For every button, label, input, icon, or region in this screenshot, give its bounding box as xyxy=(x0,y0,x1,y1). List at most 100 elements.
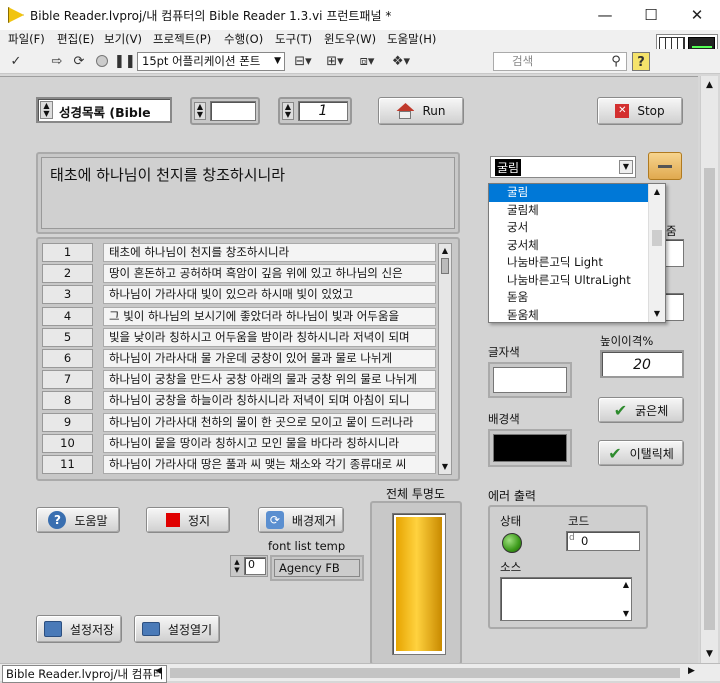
hscroll-thumb[interactable] xyxy=(170,668,680,678)
table-row[interactable]: 7 하나님이 궁창을 만드사 궁창 아래의 물과 궁창 위의 물로 나뉘게 xyxy=(42,370,436,390)
bold-button[interactable]: ✔ 굵은체 xyxy=(598,397,684,423)
menu-file[interactable]: 파일(F) xyxy=(8,31,45,47)
checkmark-icon[interactable]: ✓ xyxy=(8,52,24,71)
distribute-objects-icon[interactable]: ⊞▾ xyxy=(322,52,348,71)
verse-field[interactable]: 1 xyxy=(298,101,348,121)
font-selector[interactable]: 15pt 어플리케이션 폰트 ▼ xyxy=(137,52,285,71)
table-row[interactable]: 10 하나님이 뭍을 땅이라 칭하시고 모인 물을 바다라 칭하시니라 xyxy=(42,433,436,453)
table-row[interactable]: 8 하나님이 궁창을 하늘이라 칭하시니라 저녁이 되며 아침이 되니 xyxy=(42,391,436,411)
table-row[interactable]: 11 하나님이 가라사대 땅은 풀과 씨 맺는 채소와 각기 종류대로 씨 xyxy=(42,455,436,474)
chapter-field[interactable] xyxy=(210,101,256,121)
verse-stepper-icon[interactable]: ▲ ▼ xyxy=(282,102,294,120)
hscroll-left-icon[interactable]: ◀ xyxy=(155,666,162,676)
scroll-thumb[interactable] xyxy=(441,258,449,274)
run-button[interactable]: Run xyxy=(378,97,464,125)
font-scroll-down-icon[interactable]: ▼ xyxy=(649,306,665,322)
save-settings-button[interactable]: 설정저장 xyxy=(36,615,122,643)
row-text[interactable]: 하나님이 궁창을 만드사 궁창 아래의 물과 궁창 위의 물로 나뉘게 xyxy=(102,370,436,390)
halt-button[interactable]: 정지 xyxy=(146,507,230,533)
opacity-meter-track[interactable] xyxy=(392,513,446,655)
hscroll-right-icon[interactable]: ▶ xyxy=(688,666,695,676)
scroll-up-icon[interactable]: ▲ xyxy=(439,244,451,258)
row-text[interactable]: 하나님이 가라사대 빛이 있으라 하시매 빛이 있었고 xyxy=(102,285,436,305)
align-objects-icon[interactable]: ⊟▾ xyxy=(290,52,316,71)
stop-button[interactable]: ✕ Stop xyxy=(597,97,683,125)
row-text[interactable]: 태초에 하나님이 천지를 창조하시니라 xyxy=(102,243,436,262)
book-selector[interactable]: ▲ ▼ 성경목록 (Bible xyxy=(36,97,172,123)
vscroll-thumb[interactable] xyxy=(704,168,715,630)
bg-color-swatch[interactable] xyxy=(493,434,567,462)
font-option[interactable]: 궁서 xyxy=(489,219,649,237)
font-temp-index-stepper[interactable]: ▲ ▼ 0 xyxy=(230,555,268,577)
verse-scrollbar[interactable]: ▲ ▼ xyxy=(438,243,452,475)
vscroll-down-icon[interactable]: ▼ xyxy=(701,645,718,663)
maximize-button[interactable]: ☐ xyxy=(628,0,674,30)
minimize-button[interactable]: — xyxy=(582,0,628,30)
row-text[interactable]: 빛을 낮이라 칭하시고 어두움을 밤이라 칭하시니라 저녁이 되며 xyxy=(102,327,436,347)
font-option[interactable]: 나눔바른고딕 Light xyxy=(489,254,649,272)
abort-icon[interactable] xyxy=(94,52,110,71)
source-scroll-down-icon[interactable]: ▼ xyxy=(623,609,629,618)
table-row[interactable]: 2 땅이 혼돈하고 공허하며 흑암이 깊음 위에 있고 하나님의 신은 xyxy=(42,264,436,284)
bg-color-box[interactable] xyxy=(488,429,572,467)
table-row[interactable]: 3 하나님이 가라사대 빛이 있으라 하시매 빛이 있었고 xyxy=(42,285,436,305)
menu-operate[interactable]: 수행(O) xyxy=(224,31,263,47)
font-dropdown-scrollbar[interactable]: ▲ ▼ xyxy=(648,184,665,322)
book-stepper-icon[interactable]: ▲ ▼ xyxy=(40,101,53,119)
vscroll-up-icon[interactable]: ▲ xyxy=(701,76,718,94)
font-option[interactable]: 돋움 xyxy=(489,289,649,307)
font-option[interactable]: 굴림 xyxy=(489,184,649,202)
row-text[interactable]: 하나님이 뭍을 땅이라 칭하시고 모인 물을 바다라 칭하시니라 xyxy=(102,433,436,453)
menu-edit[interactable]: 편집(E) xyxy=(57,31,94,47)
menu-project[interactable]: 프로젝트(P) xyxy=(153,31,211,47)
close-button[interactable]: ✕ xyxy=(674,0,720,30)
line-spacing-field[interactable]: 20 xyxy=(600,350,684,378)
row-text[interactable]: 하나님이 궁창을 하늘이라 칭하시니라 저녁이 되며 아침이 되니 xyxy=(102,391,436,411)
collapse-button[interactable] xyxy=(648,152,682,180)
run-arrow-icon[interactable]: ⇨ xyxy=(48,52,66,71)
font-dropdown-list[interactable]: 굴림 굴림체 궁서 궁서체 나눔바른고딕 Light 나눔바른고딕 UltraLight 돋… xyxy=(488,183,666,323)
chapter-stepper[interactable]: ▲ ▼ xyxy=(190,97,260,125)
row-text[interactable]: 하나님이 가라사대 물 가운데 궁창이 있어 물과 물로 나뉘게 xyxy=(102,349,436,368)
remove-bg-button[interactable]: ⟳ 배경제거 xyxy=(258,507,344,533)
text-color-box[interactable] xyxy=(488,362,572,398)
table-row[interactable]: 4 그 빛이 하나님의 보시기에 좋았더라 하나님이 빛과 어두움을 xyxy=(42,306,436,326)
table-row[interactable]: 5 빛을 낮이라 칭하시고 어두움을 밤이라 칭하시니라 저녁이 되며 xyxy=(42,327,436,347)
font-scroll-thumb[interactable] xyxy=(652,230,662,246)
font-option[interactable]: 굴림체 xyxy=(489,202,649,220)
text-color-swatch[interactable] xyxy=(493,367,567,393)
open-settings-button[interactable]: 설정열기 xyxy=(134,615,220,643)
context-help-button[interactable]: ? xyxy=(632,52,650,71)
row-text[interactable]: 그 빛이 하나님의 보시기에 좋았더라 하나님이 빛과 어두움을 xyxy=(102,306,436,326)
italic-button[interactable]: ✔ 이탤릭체 xyxy=(598,440,684,466)
font-temp-index[interactable]: 0 xyxy=(244,557,266,575)
font-scroll-up-icon[interactable]: ▲ xyxy=(649,184,665,200)
font-ring-arrow-icon[interactable]: ▼ xyxy=(619,160,633,174)
menu-tools[interactable]: 도구(T) xyxy=(275,31,312,47)
font-option[interactable]: 궁서체 xyxy=(489,237,649,255)
menu-help[interactable]: 도움말(H) xyxy=(387,31,436,47)
pause-icon[interactable]: ❚❚ xyxy=(114,52,136,71)
row-text[interactable]: 하나님이 가라사대 땅은 풀과 씨 맺는 채소와 각기 종류대로 씨 xyxy=(102,455,436,474)
search-icon[interactable]: ⚲ xyxy=(607,52,625,71)
row-text[interactable]: 땅이 혼돈하고 공허하며 흑암이 깊음 위에 있고 하나님의 신은 xyxy=(102,264,436,284)
table-row[interactable]: 6 하나님이 가라사대 물 가운데 궁창이 있어 물과 물로 나뉘게 xyxy=(42,349,436,368)
scroll-down-icon[interactable]: ▼ xyxy=(439,460,451,474)
error-source-field[interactable]: ▲ ▼ xyxy=(500,577,632,621)
row-text[interactable]: 하나님이 가라사대 천하의 물이 한 곳으로 모이고 뭍이 드러나라 xyxy=(102,412,436,432)
run-continuously-icon[interactable]: ⟳ xyxy=(70,52,88,71)
font-option[interactable]: 나눔바른고딕 UltraLight xyxy=(489,272,649,290)
table-row[interactable]: 9 하나님이 가라사대 천하의 물이 한 곳으로 모이고 뭍이 드러나라 xyxy=(42,412,436,432)
menu-window[interactable]: 윈도우(W) xyxy=(324,31,376,47)
verse-stepper[interactable]: ▲ ▼ 1 xyxy=(278,97,352,125)
source-scroll-up-icon[interactable]: ▲ xyxy=(623,580,629,589)
font-ring[interactable]: 굴림 ▼ xyxy=(490,156,636,178)
resize-objects-icon[interactable]: ⧈▾ xyxy=(354,52,380,71)
font-option[interactable]: 돋움체 xyxy=(489,307,649,325)
menu-view[interactable]: 보기(V) xyxy=(104,31,142,47)
chapter-stepper-icon[interactable]: ▲ ▼ xyxy=(194,102,206,120)
reorder-icon[interactable]: ❖▾ xyxy=(388,52,414,71)
error-code-field[interactable]: d 0 xyxy=(566,531,640,551)
index-stepper-icon[interactable]: ▲ ▼ xyxy=(232,558,242,574)
table-row[interactable]: 1 태초에 하나님이 천지를 창조하시니라 xyxy=(42,243,436,262)
